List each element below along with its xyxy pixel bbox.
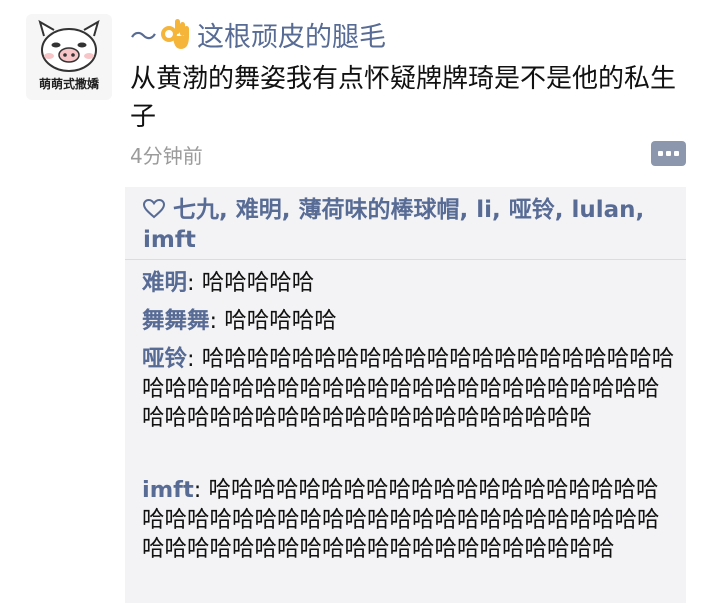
comment-item[interactable]: 哑铃: 哈哈哈哈哈哈哈哈哈哈哈哈哈哈哈哈哈哈哈哈哈哈哈哈哈哈哈哈哈哈哈哈哈哈哈哈… — [142, 345, 676, 434]
interaction-panel: 七九, 难明, 薄荷味的棒球帽, li, 哑铃, lulan, imft 难明:… — [125, 187, 686, 603]
divider — [125, 259, 686, 260]
author-name: 这根顽皮的腿毛 — [197, 21, 386, 53]
ok-hand-icon — [161, 19, 189, 49]
comment-separator: : — [193, 477, 209, 503]
comment-author[interactable]: 舞舞舞 — [142, 308, 210, 334]
comment-separator: : — [187, 346, 202, 372]
comment-text: 哈哈哈哈哈 — [224, 308, 337, 334]
comment-text: 哈哈哈哈哈哈哈哈哈哈哈哈哈哈哈哈哈哈哈哈哈哈哈哈哈哈哈哈哈哈哈哈哈哈哈哈哈哈哈哈… — [142, 477, 660, 562]
comment-author[interactable]: imft — [142, 477, 194, 503]
likes-list[interactable]: 七九, 难明, 薄荷味的棒球帽, li, 哑铃, lulan, imft — [143, 197, 644, 253]
comment-author[interactable]: 难明 — [142, 270, 187, 296]
dot-icon — [674, 151, 679, 156]
comment-item[interactable]: 舞舞舞: 哈哈哈哈哈 — [142, 307, 676, 337]
avatar-caption: 萌萌式撒嬌 — [38, 77, 99, 91]
post-text: 从黄渤的舞姿我有点怀疑牌牌琦是不是他的私生子 — [130, 64, 677, 132]
comment-text: 哈哈哈哈哈 — [201, 270, 315, 296]
comment-separator: : — [187, 270, 202, 296]
avatar[interactable]: 萌萌式撒嬌 — [26, 14, 112, 100]
post-timestamp: 4分钟前 — [130, 144, 203, 168]
heart-outline-icon — [143, 199, 165, 219]
comment-text: 哈哈哈哈哈哈哈哈哈哈哈哈哈哈哈哈哈哈哈哈哈哈哈哈哈哈哈哈哈哈哈哈哈哈哈哈哈哈哈哈… — [142, 346, 675, 431]
dot-icon — [658, 151, 663, 156]
comment-author[interactable]: 哑铃 — [142, 346, 187, 372]
comment-item[interactable]: imft: 哈哈哈哈哈哈哈哈哈哈哈哈哈哈哈哈哈哈哈哈哈哈哈哈哈哈哈哈哈哈哈哈哈哈… — [142, 476, 676, 565]
post-author[interactable]: ～ 这根顽皮的腿毛 — [130, 14, 386, 54]
dot-icon — [666, 151, 671, 156]
comment-button[interactable] — [651, 141, 686, 166]
author-prefix: ～ — [130, 21, 157, 53]
comment-item[interactable]: 难明: 哈哈哈哈哈 — [142, 269, 676, 299]
comment-separator: : — [209, 308, 225, 334]
likes-row: 七九, 难明, 薄荷味的棒球帽, li, 哑铃, lulan, imft — [143, 195, 673, 255]
